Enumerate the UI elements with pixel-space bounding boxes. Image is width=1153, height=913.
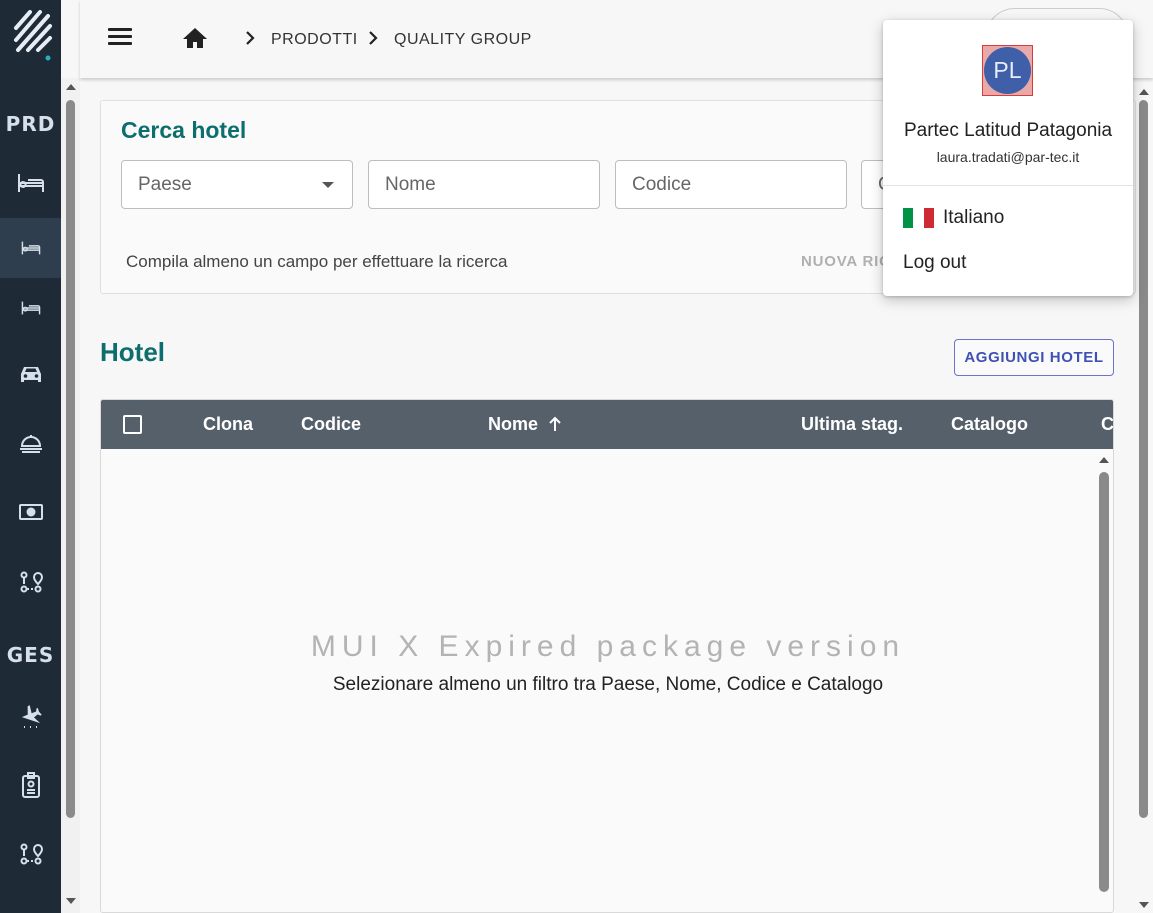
scroll-up-arrow-icon[interactable] (1099, 457, 1109, 463)
name-input-placeholder: Nome (385, 174, 436, 195)
sidebar-item-routes[interactable] (0, 552, 61, 612)
cloche-icon (19, 435, 42, 453)
sidebar-item-flights[interactable] (0, 685, 61, 745)
avatar-highlight: PL (982, 45, 1033, 96)
column-header-nome-label: Nome (488, 414, 539, 434)
sidebar-item-hotels[interactable] (0, 153, 61, 213)
license-watermark: MUI X Expired package version (310, 630, 906, 663)
user-email: laura.tradati@par-tec.it (936, 149, 1080, 165)
route-icon (20, 843, 43, 865)
bed-small-icon (21, 241, 40, 255)
breadcrumb-prodotti[interactable]: PRODOTTI (271, 31, 358, 49)
scrollbar-thumb[interactable] (1139, 100, 1148, 818)
hotel-section-title: Hotel (100, 337, 165, 367)
menu-icon[interactable] (108, 28, 132, 48)
sidebar-item-transfers[interactable] (0, 344, 61, 404)
add-hotel-button[interactable]: AGGIUNGI HOTEL (954, 339, 1114, 376)
scrollbar-thumb[interactable] (66, 100, 75, 818)
scrollbar-thumb[interactable] (1099, 472, 1109, 892)
home-icon[interactable] (182, 26, 208, 50)
chevron-right-icon (369, 31, 378, 45)
grid-header: Clona Codice Nome Ultima stag. Catalogo … (101, 400, 1113, 449)
new-search-button[interactable]: NUOVA RIC (801, 253, 891, 270)
scroll-down-arrow-icon[interactable] (66, 898, 76, 904)
grid-scrollbar[interactable] (1094, 450, 1113, 912)
column-header-ultima-stagione[interactable]: Ultima stag. (801, 414, 903, 435)
breadcrumb-quality-group: QUALITY GROUP (394, 31, 532, 48)
column-header-catalogo[interactable]: Catalogo (951, 414, 1028, 435)
id-badge-icon (21, 772, 40, 798)
user-menu-popover: PL Partec Latitud Patagonia laura.tradat… (883, 20, 1133, 296)
logout-menu-item[interactable]: Log out (903, 252, 966, 274)
hotel-data-grid: Clona Codice Nome Ultima stag. Catalogo … (100, 399, 1114, 913)
search-hint: Compila almeno un campo per effettuare l… (126, 252, 508, 271)
column-header-codice[interactable]: Codice (301, 414, 361, 435)
caret-down-icon (322, 182, 334, 188)
name-input[interactable]: Nome (368, 160, 600, 209)
section-label-prd: PRD (5, 112, 56, 136)
language-menu-item[interactable]: Italiano (943, 207, 1004, 229)
empty-grid-message: Selezionare almeno un filtro tra Paese, … (332, 674, 884, 695)
code-input-placeholder: Codice (632, 174, 692, 195)
car-icon (20, 367, 41, 382)
user-avatar[interactable]: PL (984, 47, 1031, 94)
country-select-placeholder: Paese (138, 174, 192, 195)
section-label-ges: GES (6, 643, 55, 667)
bed-small-icon (21, 301, 40, 315)
column-header-truncated[interactable]: C (1101, 414, 1113, 435)
sidebar-item-hotel-alt[interactable] (0, 278, 61, 338)
brand-logo-icon[interactable] (8, 6, 56, 62)
country-select[interactable]: Paese (121, 160, 353, 209)
bed-icon (17, 174, 44, 192)
code-input[interactable]: Codice (615, 160, 847, 209)
scroll-up-arrow-icon[interactable] (66, 84, 76, 90)
page-scrollbar[interactable] (1135, 78, 1153, 913)
sidebar-item-hotel-qg[interactable] (0, 218, 61, 278)
money-icon (18, 504, 43, 520)
select-all-checkbox[interactable] (123, 415, 142, 434)
chevron-right-icon (246, 31, 255, 45)
sidebar-item-prices[interactable] (0, 482, 61, 542)
scroll-down-arrow-icon[interactable] (1139, 902, 1149, 908)
sidebar-scrollbar[interactable] (61, 78, 80, 913)
user-name: Partec Latitud Patagonia (903, 120, 1113, 141)
sidebar-item-documents[interactable] (0, 755, 61, 815)
search-title: Cerca hotel (121, 117, 247, 143)
airplane-icon (21, 705, 42, 728)
italian-flag-icon (903, 208, 934, 228)
scroll-up-arrow-icon[interactable] (1139, 89, 1149, 95)
column-header-clona[interactable]: Clona (203, 414, 253, 435)
route-icon (20, 571, 43, 593)
column-header-nome[interactable]: Nome (488, 414, 563, 435)
sidebar-item-routes-2[interactable] (0, 824, 61, 884)
sidebar: PRD GES (0, 0, 61, 913)
menu-divider (883, 185, 1133, 186)
sort-ascending-icon[interactable] (547, 416, 563, 432)
sidebar-item-services[interactable] (0, 413, 61, 473)
